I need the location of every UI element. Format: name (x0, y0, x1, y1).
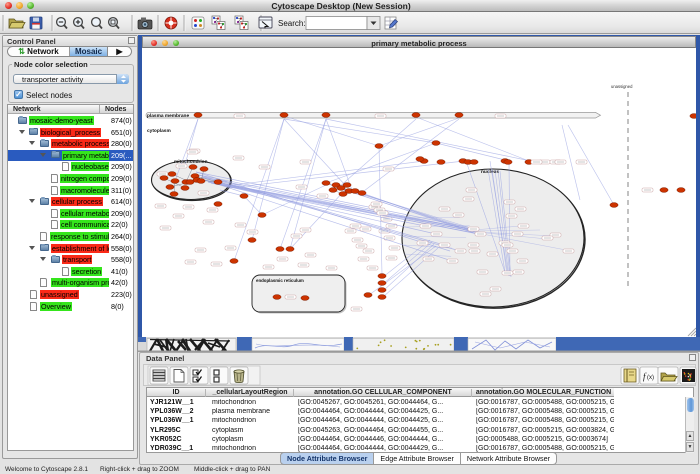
svg-text:nucleus: nucleus (481, 169, 499, 175)
svg-text:plasma membrane: plasma membrane (147, 113, 189, 119)
svg-text:endoplasmic reticulum: endoplasmic reticulum (256, 278, 304, 283)
svg-text:cytoplasm: cytoplasm (147, 128, 171, 134)
svg-text:unassigned: unassigned (611, 84, 633, 89)
svg-text:Search:: Search: (278, 19, 306, 28)
svg-text:(x): (x) (647, 375, 654, 381)
svg-text:mitochondrion: mitochondrion (174, 159, 208, 165)
